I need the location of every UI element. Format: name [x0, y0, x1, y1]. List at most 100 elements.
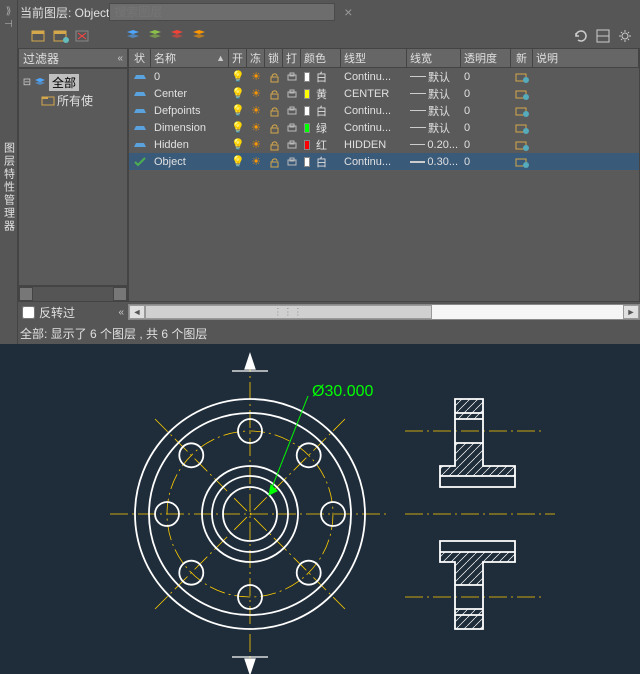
layer-row[interactable]: Defpoints💡☀白Continu...默认0 [129, 102, 639, 119]
on-toggle[interactable]: 💡 [229, 70, 247, 83]
color-name[interactable]: 白 [313, 69, 341, 85]
color-swatch[interactable] [301, 123, 313, 133]
lock-toggle[interactable] [265, 122, 283, 134]
scroll-left-button[interactable]: ◄ [129, 305, 145, 319]
layer-hscroll[interactable]: ◄ ⋮⋮⋮ ► [128, 304, 640, 320]
layer-group-button[interactable] [168, 27, 186, 45]
newvp-icon[interactable] [511, 71, 533, 83]
newvp-icon[interactable] [511, 156, 533, 168]
lock-toggle[interactable] [265, 88, 283, 100]
linetype-cell[interactable]: Continu... [341, 122, 407, 134]
close-icon[interactable]: × [339, 3, 357, 21]
plot-toggle[interactable] [283, 105, 301, 117]
color-name[interactable]: 白 [313, 103, 341, 119]
lock-toggle[interactable] [265, 71, 283, 83]
col-plot[interactable]: 打 [283, 49, 301, 67]
col-name[interactable]: 名称▲ [151, 49, 229, 67]
pin-icon[interactable]: ⊣ [4, 19, 13, 30]
color-swatch[interactable] [301, 106, 313, 116]
col-on[interactable]: 开 [229, 49, 247, 67]
color-swatch[interactable] [301, 89, 313, 99]
freeze-toggle[interactable]: ☀ [247, 104, 265, 117]
lineweight-cell[interactable]: 默认 [407, 69, 461, 85]
layer-filter-button[interactable] [146, 27, 164, 45]
newvp-icon[interactable] [511, 88, 533, 100]
newvp-icon[interactable] [511, 105, 533, 117]
transparency-cell[interactable]: 0 [461, 88, 511, 100]
linetype-cell[interactable]: Continu... [341, 156, 407, 168]
scroll-track[interactable] [33, 287, 113, 301]
plot-toggle[interactable] [283, 139, 301, 151]
layer-name[interactable]: Center [151, 88, 229, 100]
lineweight-cell[interactable]: 默认 [407, 120, 461, 136]
color-name[interactable]: 绿 [313, 120, 341, 136]
layer-name[interactable]: Object [151, 156, 229, 168]
color-name[interactable]: 黄 [313, 86, 341, 102]
col-color[interactable]: 颜色 [301, 49, 341, 67]
lock-toggle[interactable] [265, 105, 283, 117]
plot-toggle[interactable] [283, 122, 301, 134]
filter-hscroll[interactable] [18, 286, 128, 302]
toggle-filter-button[interactable] [594, 27, 612, 45]
layer-row[interactable]: Hidden💡☀红HIDDEN0.20...0 [129, 136, 639, 153]
layer-states-button[interactable] [124, 27, 142, 45]
tree-row-all-used[interactable]: 所有使 [21, 91, 125, 109]
layer-name[interactable]: Hidden [151, 139, 229, 151]
layer-row[interactable]: Object💡☀白Continu...0.30...0 [129, 153, 639, 170]
transparency-cell[interactable]: 0 [461, 105, 511, 117]
lineweight-cell[interactable]: 0.20... [407, 139, 461, 151]
scroll-left-button[interactable] [19, 287, 33, 301]
transparency-cell[interactable]: 0 [461, 156, 511, 168]
color-swatch[interactable] [301, 157, 313, 167]
on-toggle[interactable]: 💡 [229, 121, 247, 134]
on-toggle[interactable]: 💡 [229, 87, 247, 100]
lineweight-cell[interactable]: 默认 [407, 86, 461, 102]
freeze-toggle[interactable]: ☀ [247, 138, 265, 151]
transparency-cell[interactable]: 0 [461, 71, 511, 83]
freeze-toggle[interactable]: ☀ [247, 87, 265, 100]
new-layer-button[interactable] [30, 27, 48, 45]
tree-toggle-icon[interactable]: ⊟ [21, 77, 33, 88]
scroll-track[interactable]: ⋮⋮⋮ [145, 305, 623, 319]
lineweight-cell[interactable]: 0.30... [407, 156, 461, 168]
on-toggle[interactable]: 💡 [229, 138, 247, 151]
new-layer-frozen-button[interactable] [52, 27, 70, 45]
layer-name[interactable]: 0 [151, 71, 229, 83]
col-status[interactable]: 状 [129, 49, 151, 67]
linetype-cell[interactable]: HIDDEN [341, 139, 407, 151]
col-lineweight[interactable]: 线宽 [407, 49, 461, 67]
plot-toggle[interactable] [283, 156, 301, 168]
collapse-icon[interactable]: « [117, 53, 123, 64]
search-field[interactable] [114, 5, 330, 19]
drawing-canvas[interactable]: Ø30.000 [0, 344, 640, 674]
pin-icon[interactable]: ⟫ [6, 6, 12, 17]
layer-name[interactable]: Dimension [151, 122, 229, 134]
transparency-cell[interactable]: 0 [461, 122, 511, 134]
on-toggle[interactable]: 💡 [229, 104, 247, 117]
layer-row[interactable]: Dimension💡☀绿Continu...默认0 [129, 119, 639, 136]
color-swatch[interactable] [301, 140, 313, 150]
linetype-cell[interactable]: Continu... [341, 105, 407, 117]
col-linetype[interactable]: 线型 [341, 49, 407, 67]
color-name[interactable]: 白 [313, 154, 341, 170]
linetype-cell[interactable]: CENTER [341, 88, 407, 100]
plot-toggle[interactable] [283, 71, 301, 83]
col-lock[interactable]: 锁 [265, 49, 283, 67]
layer-row[interactable]: Center💡☀ 黄CENTER默认0 [129, 85, 639, 102]
tree-row-all[interactable]: ⊟ 全部 [21, 73, 125, 91]
layer-row[interactable]: 0💡☀白Continu...默认0 [129, 68, 639, 85]
layer-isolate-button[interactable] [190, 27, 208, 45]
lock-toggle[interactable] [265, 139, 283, 151]
lock-toggle[interactable] [265, 156, 283, 168]
col-freeze[interactable]: 冻 [247, 49, 265, 67]
transparency-cell[interactable]: 0 [461, 139, 511, 151]
color-swatch[interactable] [301, 72, 313, 82]
invert-checkbox[interactable] [22, 306, 35, 319]
col-newvp[interactable]: 新 [511, 49, 533, 67]
collapse-icon[interactable]: « [118, 307, 124, 318]
col-description[interactable]: 说明 [533, 49, 639, 67]
col-transparency[interactable]: 透明度 [461, 49, 511, 67]
lineweight-cell[interactable]: 默认 [407, 103, 461, 119]
freeze-toggle[interactable]: ☀ [247, 70, 265, 83]
on-toggle[interactable]: 💡 [229, 155, 247, 168]
